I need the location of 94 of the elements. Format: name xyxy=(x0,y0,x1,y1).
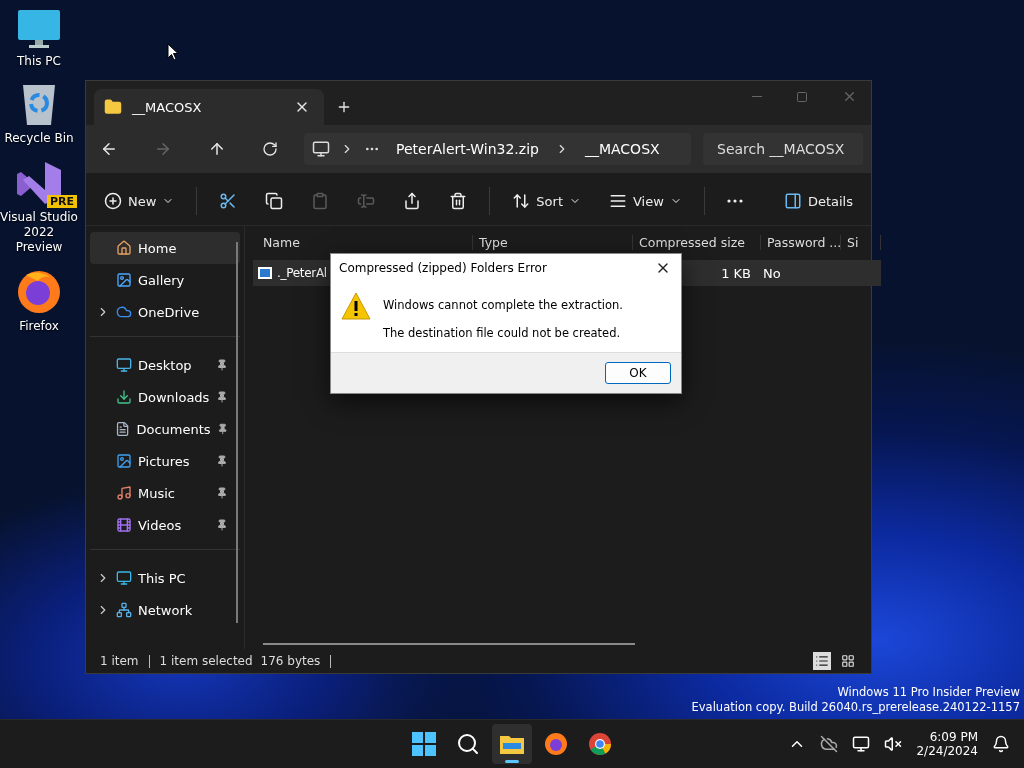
sidebar-item[interactable]: Gallery xyxy=(90,264,240,296)
search-field[interactable]: Search __MACOSX xyxy=(703,133,863,165)
new-icon xyxy=(104,192,122,210)
document-icon xyxy=(115,421,131,437)
recycle-bin-icon xyxy=(21,83,57,127)
column-header[interactable]: Password ... xyxy=(761,234,841,250)
compressed-size: 1 KB xyxy=(721,265,751,281)
pre-badge: PRE xyxy=(46,195,77,208)
warning-icon xyxy=(341,292,371,320)
sort-icon xyxy=(512,192,531,210)
sidebar-item[interactable]: Desktop xyxy=(90,349,240,381)
column-header[interactable]: Si xyxy=(841,234,881,250)
column-header[interactable]: Name xyxy=(257,234,473,250)
mouse-pointer-icon xyxy=(167,43,179,61)
list-icon xyxy=(815,654,829,668)
status-text: 176 bytes xyxy=(260,654,321,668)
details-view-button[interactable] xyxy=(813,652,831,670)
status-divider xyxy=(148,654,150,668)
monitor-icon xyxy=(17,8,61,50)
clipboard-icon xyxy=(311,192,330,210)
clock-date[interactable]: 2/24/2024 xyxy=(916,744,978,758)
password-value: No xyxy=(763,265,781,281)
sidebar-item[interactable]: Documents xyxy=(90,413,240,445)
details-button[interactable]: Details xyxy=(777,188,859,214)
file-name: ._PeterAl xyxy=(277,266,327,280)
monitor-icon xyxy=(116,570,132,586)
gallery-icon xyxy=(116,272,132,288)
folder-icon xyxy=(104,98,122,116)
sidebar-item[interactable]: Videos xyxy=(90,509,240,541)
download-icon xyxy=(116,389,132,405)
breadcrumb-item[interactable]: PeterAlert-Win32.zip xyxy=(390,141,545,157)
details-pane-icon xyxy=(783,192,802,210)
desktop-icon-label[interactable]: Visual Studio 2022 Preview xyxy=(0,210,78,255)
desktop-icon-label[interactable]: This PC xyxy=(17,54,61,69)
firefox-logo-icon xyxy=(16,269,62,315)
column-header[interactable]: Type xyxy=(473,234,633,250)
forward-arrow-icon xyxy=(154,140,172,158)
windows-logo-icon xyxy=(412,732,436,756)
dialog-title: Compressed (zipped) Folders Error xyxy=(339,261,548,275)
tiles-view-button[interactable] xyxy=(839,652,857,670)
video-icon xyxy=(116,517,132,533)
maximize-icon xyxy=(796,90,808,103)
taskbar-app[interactable] xyxy=(492,724,532,764)
close-icon xyxy=(842,89,857,104)
address-bar[interactable]: PeterAlert-Win32.zip __MACOSX xyxy=(304,133,691,165)
search-icon xyxy=(456,732,480,756)
music-icon xyxy=(116,485,132,501)
folder-icon xyxy=(499,733,525,755)
firefox-logo-icon xyxy=(544,732,568,756)
sidebar-item[interactable]: Downloads xyxy=(90,381,240,413)
grid-icon xyxy=(841,654,855,668)
sidebar-item[interactable]: This PC xyxy=(90,562,240,594)
more-icon xyxy=(726,199,743,203)
desktop-icon-label[interactable]: Firefox xyxy=(19,319,59,334)
sidebar-item[interactable]: OneDrive xyxy=(90,296,240,328)
build-info-text: Evaluation copy. Build 26040.rs_prerelease.240122-1157 xyxy=(691,700,1020,715)
chrome-logo-icon xyxy=(588,732,612,756)
sidebar-item[interactable]: Pictures xyxy=(90,445,240,477)
sidebar-item[interactable]: Home xyxy=(90,232,240,264)
new-button[interactable]: New xyxy=(98,188,181,214)
build-info-text: Windows 11 Pro Insider Preview xyxy=(837,685,1020,700)
trash-icon xyxy=(449,192,468,210)
share-icon xyxy=(403,192,422,210)
refresh-icon xyxy=(262,141,278,157)
folder-tab[interactable]: __MACOSX xyxy=(94,89,324,125)
sidebar-item[interactable]: Network xyxy=(90,594,240,626)
sort-button[interactable]: Sort xyxy=(506,188,587,214)
ok-button[interactable]: OK xyxy=(605,362,671,384)
monitor-icon xyxy=(312,140,330,158)
copy-icon xyxy=(265,192,284,210)
volume-muted-icon[interactable] xyxy=(884,735,903,753)
breadcrumb-item[interactable]: __MACOSX xyxy=(578,141,666,157)
file-icon xyxy=(257,266,273,280)
plus-icon xyxy=(336,99,352,115)
column-header[interactable]: Compressed size xyxy=(633,234,761,250)
desktop-icon-label[interactable]: Recycle Bin xyxy=(4,131,74,146)
sidebar-item[interactable]: Music xyxy=(90,477,240,509)
view-icon xyxy=(609,192,627,210)
error-message: Windows cannot complete the extraction. xyxy=(383,298,623,312)
view-button[interactable]: View xyxy=(603,188,688,214)
rename-icon xyxy=(357,192,376,210)
status-text: 1 item xyxy=(100,654,139,668)
cloud-icon xyxy=(116,304,132,320)
picture-icon xyxy=(116,453,132,469)
error-message: The destination file could not be created. xyxy=(383,326,622,340)
home-icon xyxy=(116,240,132,256)
status-text: 1 item selected xyxy=(159,654,253,668)
desktop-icon xyxy=(116,357,132,373)
notification-bell-icon[interactable] xyxy=(992,735,1010,753)
cloud-off-icon[interactable] xyxy=(820,735,839,753)
minimize-icon xyxy=(752,96,762,97)
status-divider xyxy=(330,654,332,668)
scissors-icon xyxy=(219,192,238,210)
clock-time[interactable]: 6:09 PM xyxy=(929,730,978,744)
